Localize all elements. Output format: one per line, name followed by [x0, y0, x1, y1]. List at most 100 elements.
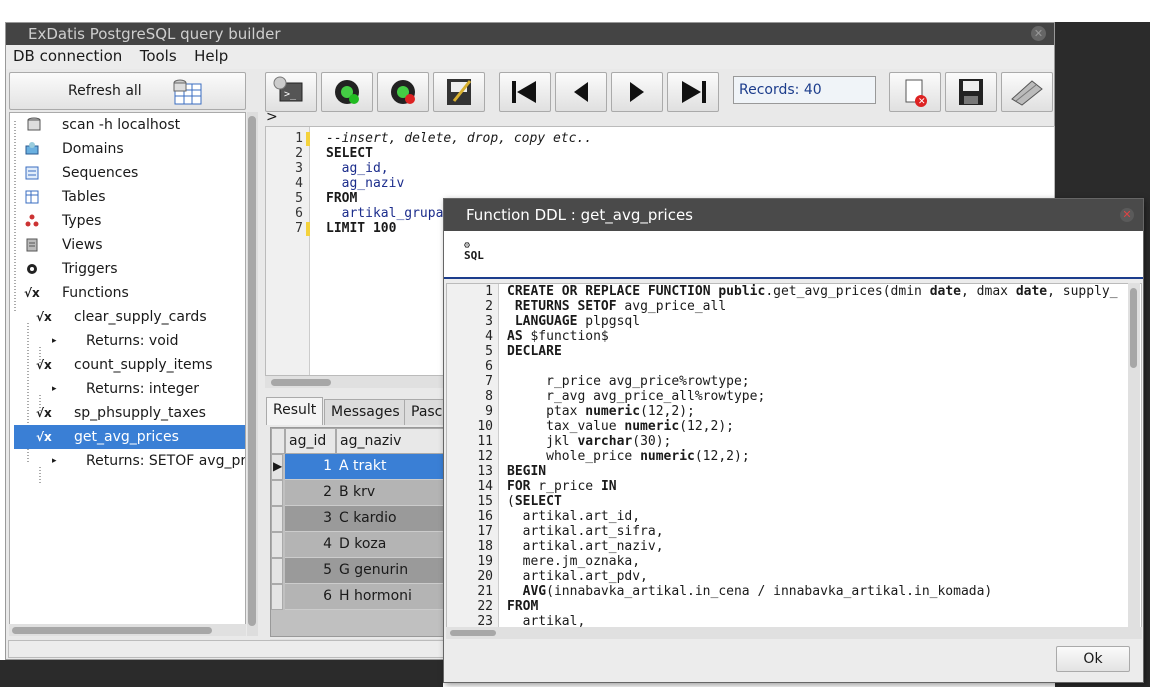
tree-item-tables[interactable]: Tables: [14, 185, 244, 209]
views-icon: [26, 238, 38, 252]
line-number: 4: [295, 176, 303, 191]
database-table-icon: [173, 79, 202, 105]
scrollbar-thumb[interactable]: [271, 379, 331, 386]
function-ddl-dialog: Function DDL : get_avg_prices ✕ ⚙ SQL 12…: [443, 198, 1144, 683]
connect-icon: [335, 80, 359, 104]
ddl-horizontal-scrollbar[interactable]: [446, 627, 1142, 639]
cell-ag-id[interactable]: 2: [285, 480, 336, 506]
tree-item-server[interactable]: scan -h localhost: [14, 113, 244, 137]
ddl-code-line: whole_price numeric(12,2);: [507, 449, 750, 464]
ok-button[interactable]: Ok: [1056, 646, 1130, 672]
line-number: 2: [485, 299, 493, 314]
expand-arrow-icon[interactable]: ▸: [52, 333, 68, 349]
connect-button[interactable]: [321, 72, 373, 112]
line-number: 19: [477, 554, 493, 569]
save-button[interactable]: [945, 72, 997, 112]
cell-ag-naziv[interactable]: B krv: [336, 480, 449, 506]
row-header[interactable]: [271, 584, 283, 610]
run-script-button[interactable]: >_: [265, 72, 317, 112]
cell-ag-naziv[interactable]: H hormoni: [336, 584, 449, 610]
row-header[interactable]: [271, 480, 283, 506]
cell-ag-naziv[interactable]: A trakt: [336, 454, 449, 480]
cell-ag-naziv[interactable]: D koza: [336, 532, 449, 558]
line-number: 4: [485, 329, 493, 344]
tree-item-count-supply-items[interactable]: √x count_supply_items: [14, 353, 244, 377]
cell-ag-naziv[interactable]: C kardio: [336, 506, 449, 532]
window-title: ExDatis PostgreSQL query builder: [28, 25, 281, 43]
disconnect-button[interactable]: [377, 72, 429, 112]
delete-button[interactable]: ✕: [889, 72, 941, 112]
menu-db-connection[interactable]: DB connection: [6, 45, 128, 65]
ddl-vertical-scrollbar[interactable]: [1128, 283, 1140, 629]
svg-text:✕: ✕: [918, 97, 926, 107]
scrollbar-thumb[interactable]: [1130, 288, 1137, 368]
prev-record-button[interactable]: [555, 72, 607, 112]
records-count: Records: 40: [733, 76, 876, 104]
window-close-button[interactable]: ✕: [1031, 26, 1046, 41]
code-line: ag_naziv: [326, 176, 405, 191]
tab-messages[interactable]: Messages: [324, 399, 407, 425]
cell-ag-id[interactable]: 5: [285, 558, 336, 584]
row-header[interactable]: [271, 558, 283, 584]
line-number: 21: [477, 584, 493, 599]
last-record-button[interactable]: [667, 72, 719, 112]
desktop-background-bottom: [0, 660, 443, 687]
tree-item-functions[interactable]: √x Functions: [14, 281, 244, 305]
tree-item-domains[interactable]: Domains: [14, 137, 244, 161]
first-record-button[interactable]: [499, 72, 551, 112]
tree-item-types[interactable]: Types: [14, 209, 244, 233]
clear-button[interactable]: [1001, 72, 1053, 112]
tree-item-sp-phsupply-taxes[interactable]: √x sp_phsupply_taxes: [14, 401, 244, 425]
tree-horizontal-scrollbar[interactable]: [9, 624, 246, 636]
disconnect-icon: [391, 80, 415, 104]
tree-item-sequences[interactable]: Sequences: [14, 161, 244, 185]
ddl-code-viewer[interactable]: 1 2 3 4 5 6 7 8 9 10 11 12 13 14 15 16 17 18 19 20 21 22 23 CR…: [446, 283, 1142, 629]
run-script-icon: >_: [273, 76, 303, 102]
prev-record-icon: [574, 82, 588, 102]
column-header-ag-id[interactable]: ag_id: [285, 428, 336, 454]
expand-arrow-icon[interactable]: ▸: [52, 381, 68, 397]
line-number: 16: [477, 509, 493, 524]
line-number: 11: [477, 434, 493, 449]
line-number: 7: [485, 374, 493, 389]
scrollbar-thumb[interactable]: [450, 630, 496, 636]
tree-item-triggers[interactable]: Triggers: [14, 257, 244, 281]
tree-item-get-avg-prices[interactable]: √x get_avg_prices: [14, 425, 245, 449]
menu-tools[interactable]: Tools: [133, 45, 183, 65]
row-header[interactable]: [271, 506, 283, 532]
cell-ag-id[interactable]: 1: [285, 454, 336, 480]
tree-vertical-scrollbar[interactable]: [247, 112, 258, 636]
tree-item-returns-setof[interactable]: ▸ Returns: SETOF avg_price: [14, 449, 245, 473]
next-record-button[interactable]: [611, 72, 663, 112]
ddl-code-line: CREATE OR REPLACE FUNCTION public.get_av…: [507, 284, 1118, 299]
tab-result[interactable]: Result: [266, 397, 324, 425]
row-header[interactable]: [271, 532, 283, 558]
grid-corner: [271, 428, 285, 454]
line-number: 18: [477, 539, 493, 554]
tree-item-clear-supply-cards[interactable]: √x clear_supply_cards: [14, 305, 244, 329]
types-icon: [25, 214, 39, 227]
column-header-ag-naziv[interactable]: ag_naziv: [336, 428, 449, 454]
cell-ag-id[interactable]: 3: [285, 506, 336, 532]
cell-ag-naziv[interactable]: G genurin: [336, 558, 449, 584]
menu-help[interactable]: Help: [187, 45, 234, 65]
tree-item-returns-void[interactable]: ▸ Returns: void: [14, 329, 244, 353]
schema-tree[interactable]: scan -h localhost Domains Sequences Tabl…: [9, 112, 246, 636]
refresh-all-button[interactable]: Refresh all: [9, 72, 246, 110]
line-number: 13: [477, 464, 493, 479]
edit-save-button[interactable]: [433, 72, 485, 112]
result-grid[interactable]: ag_id ag_naziv ▶ 1 A trakt 2 B krv 3 C kardio 4…: [270, 427, 450, 637]
cell-ag-id[interactable]: 4: [285, 532, 336, 558]
editor-horizontal-scrollbar[interactable]: [265, 376, 465, 388]
ddl-code-line: r_price avg_price%rowtype;: [507, 374, 750, 389]
expand-arrow-icon[interactable]: ▸: [52, 453, 68, 469]
cell-ag-id[interactable]: 6: [285, 584, 336, 610]
line-number: 17: [477, 524, 493, 539]
scrollbar-thumb[interactable]: [12, 627, 212, 634]
dialog-close-button[interactable]: ✕: [1120, 208, 1134, 222]
row-header[interactable]: ▶: [271, 454, 283, 480]
scrollbar-thumb[interactable]: [248, 116, 256, 626]
tree-item-views[interactable]: Views: [14, 233, 244, 257]
domains-icon: [25, 142, 39, 155]
tree-item-returns-integer[interactable]: ▸ Returns: integer: [14, 377, 244, 401]
